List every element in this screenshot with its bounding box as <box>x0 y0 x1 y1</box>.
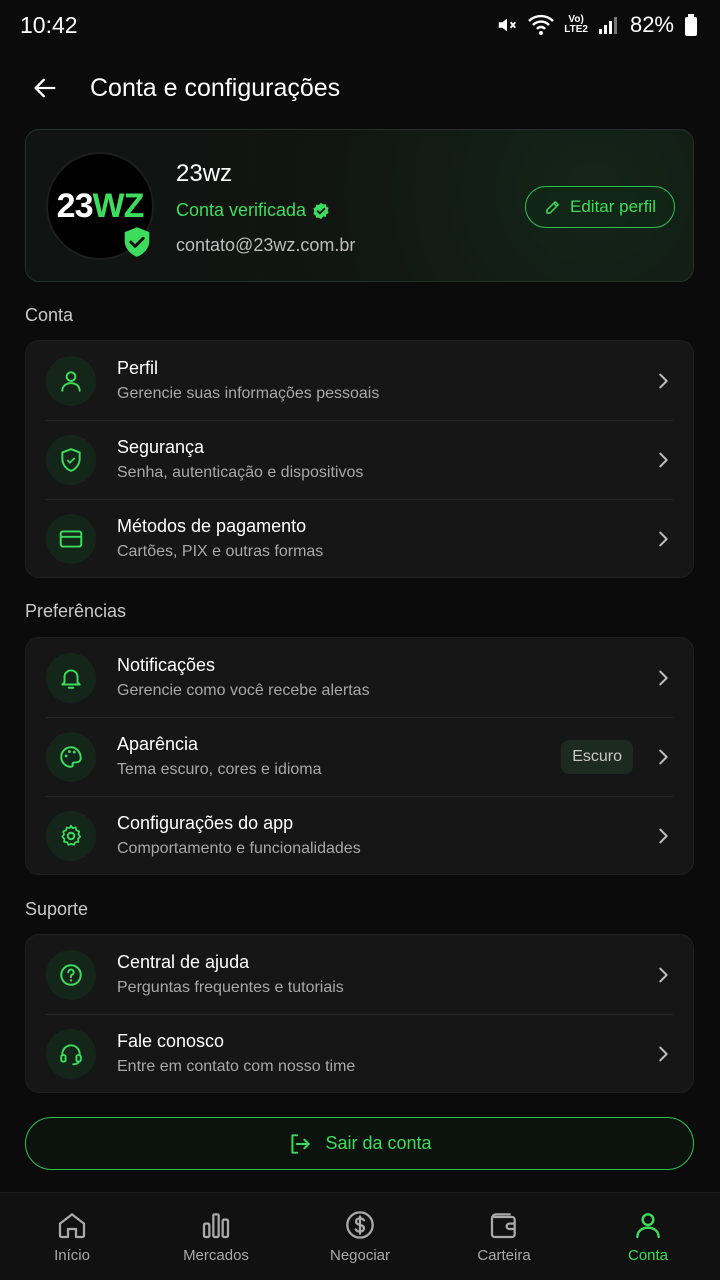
chevron-right-icon <box>633 964 693 986</box>
profile-email: contato@23wz.com.br <box>176 235 356 255</box>
menu-item-app-settings[interactable]: Configurações do app Comportamento e fun… <box>26 796 693 874</box>
chevron-right-icon <box>633 825 693 847</box>
chevron-right-icon <box>633 1043 693 1065</box>
profile-name: 23wz <box>176 160 233 187</box>
menu-item-subtitle: Senha, autenticação e dispositivos <box>117 464 364 481</box>
menu-item-appearance[interactable]: Aparência Tema escuro, cores e idioma Es… <box>26 717 693 796</box>
wallet-icon <box>490 1213 516 1239</box>
back-button[interactable] <box>0 58 90 118</box>
menu-item-title: Notificações <box>117 655 216 675</box>
shield-icon <box>46 434 96 485</box>
battery-icon <box>685 14 697 36</box>
profile-card: 23WZ 23wz Conta verificada contato@23wz.… <box>25 129 694 282</box>
menu-item-subtitle: Entre em contato com nosso time <box>117 1058 356 1075</box>
menu-item-subtitle: Cartões, PIX e outras formas <box>117 543 324 560</box>
menu-item-subtitle: Perguntas frequentes e tutoriais <box>117 979 344 996</box>
section-title-account: Conta <box>25 305 74 325</box>
bar-chart-icon <box>202 1213 230 1239</box>
nav-item-markets[interactable]: Mercados <box>144 1193 288 1280</box>
menu-item-security[interactable]: Segurança Senha, autenticação e disposit… <box>26 420 693 499</box>
status-bar: 10:42 Vo) LTE2 82% <box>0 0 720 50</box>
signal-icon <box>598 17 617 34</box>
battery-percent: 82% <box>629 12 674 37</box>
app-bar: Conta e configurações <box>0 58 720 118</box>
nav-item-account[interactable]: Conta <box>576 1193 720 1280</box>
menu-item-contact-us[interactable]: Fale conosco Entre em contato com nosso … <box>26 1014 693 1092</box>
theme-badge: Escuro <box>561 739 633 774</box>
help-circle-icon <box>46 949 96 1000</box>
nav-item-trade[interactable]: Negociar <box>288 1193 432 1280</box>
menu-item-subtitle: Gerencie como você recebe alertas <box>117 682 370 699</box>
verified-badge-icon <box>313 202 329 219</box>
menu-item-title: Segurança <box>117 437 205 457</box>
page-title: Conta e configurações <box>90 73 341 102</box>
menu-item-title: Métodos de pagamento <box>117 516 307 536</box>
nav-label: Carteira <box>477 1247 531 1264</box>
headset-icon <box>46 1028 96 1079</box>
user-icon <box>636 1213 660 1239</box>
status-icons: Vo) LTE2 82% <box>496 12 698 38</box>
mute-icon <box>498 18 517 32</box>
verified-shield-icon <box>124 227 150 257</box>
menu-item-notifications[interactable]: Notificações Gerencie como você recebe a… <box>26 638 693 717</box>
bell-icon <box>46 652 96 703</box>
menu-item-subtitle: Gerencie suas informações pessoais <box>117 385 380 402</box>
verified-status: Conta verificada <box>176 200 330 221</box>
section-title-support: Suporte <box>25 899 89 919</box>
account-settings-card: Perfil Gerencie suas informações pessoai… <box>25 340 694 578</box>
menu-item-help-center[interactable]: Central de ajuda Perguntas frequentes e … <box>26 935 693 1014</box>
menu-item-payment-methods[interactable]: Métodos de pagamento Cartões, PIX e outr… <box>26 499 693 577</box>
menu-item-profile[interactable]: Perfil Gerencie suas informações pessoai… <box>26 341 693 420</box>
menu-item-subtitle: Tema escuro, cores e idioma <box>117 761 322 778</box>
support-card: Central de ajuda Perguntas frequentes e … <box>25 934 694 1093</box>
chevron-right-icon <box>633 667 693 689</box>
preferences-card: Notificações Gerencie como você recebe a… <box>25 637 694 875</box>
nav-item-wallet[interactable]: Carteira <box>432 1193 576 1280</box>
menu-item-title: Aparência <box>117 734 199 754</box>
menu-item-title: Configurações do app <box>117 813 294 833</box>
logout-button[interactable]: Sair da conta <box>25 1117 694 1170</box>
logout-icon <box>291 1133 311 1154</box>
section-title-preferences: Preferências <box>25 601 127 621</box>
edit-profile-button[interactable]: Editar perfil <box>525 186 675 228</box>
nav-label: Conta <box>627 1247 669 1264</box>
nav-item-home[interactable]: Início <box>0 1193 144 1280</box>
avatar[interactable]: 23WZ <box>46 152 154 260</box>
gear-icon <box>46 810 96 861</box>
menu-item-title: Perfil <box>117 358 159 378</box>
menu-item-subtitle: Comportamento e funcionalidades <box>117 840 361 857</box>
nav-label: Início <box>54 1247 90 1264</box>
chevron-right-icon <box>633 528 693 550</box>
pencil-icon <box>546 201 559 214</box>
user-icon <box>46 355 96 406</box>
menu-item-title: Fale conosco <box>117 1031 225 1051</box>
status-time: 10:42 <box>20 11 78 38</box>
network-label: Vo) LTE2 <box>564 14 588 35</box>
chevron-right-icon <box>633 746 693 768</box>
home-icon <box>58 1213 86 1239</box>
chevron-right-icon <box>633 370 693 392</box>
palette-icon <box>46 731 96 782</box>
menu-item-title: Central de ajuda <box>117 952 250 972</box>
nav-label: Negociar <box>329 1247 391 1264</box>
nav-label: Mercados <box>183 1247 249 1264</box>
dollar-circle-icon <box>346 1211 374 1239</box>
brand-logo: 23WZ <box>56 186 145 225</box>
wifi-icon <box>528 14 555 35</box>
bottom-navigation: Início Mercados Negociar Carteira Conta <box>0 1192 720 1280</box>
arrow-left-icon <box>34 78 56 98</box>
credit-card-icon <box>46 513 96 564</box>
chevron-right-icon <box>633 449 693 471</box>
